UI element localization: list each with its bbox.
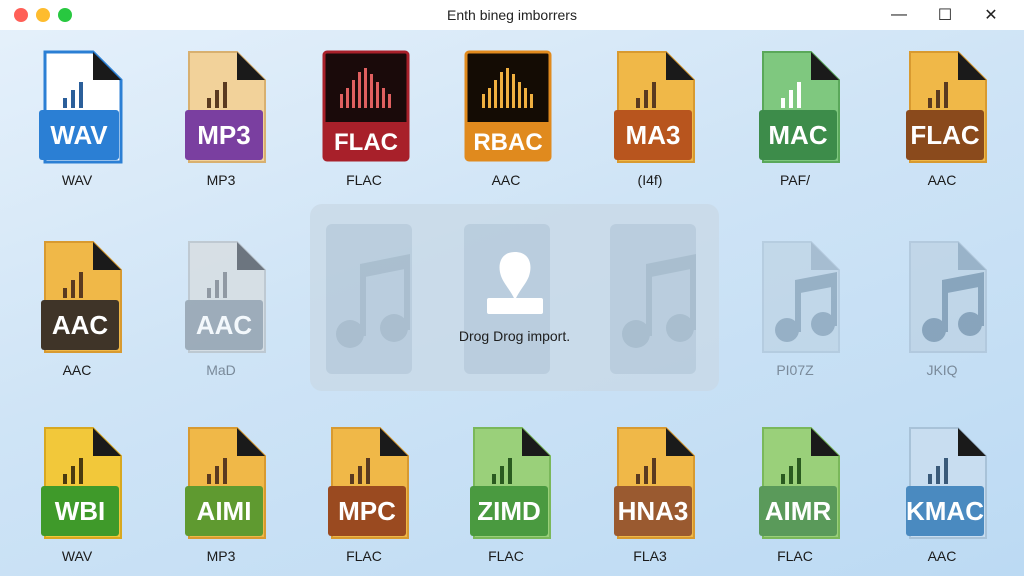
file-label: FLAC xyxy=(777,548,813,564)
import-dropzone[interactable]: Drog Drog import. xyxy=(310,204,719,391)
file-label: MP3 xyxy=(206,548,236,564)
file-label: FLAC xyxy=(346,172,382,188)
audio-file-icon: MP3 xyxy=(185,51,266,163)
audio-file-icon: KMAC xyxy=(906,427,987,539)
audio-file-icon: WAV xyxy=(39,50,123,164)
zoom-dot-button[interactable] xyxy=(58,8,72,22)
minimize-dot-button[interactable] xyxy=(36,8,50,22)
file-badge: AIMR xyxy=(765,496,832,526)
window-controls: — ☐ ✕ xyxy=(876,0,1014,30)
file-label: FLA3 xyxy=(633,548,667,564)
file-tile-aac-2[interactable]: AAC AAC xyxy=(17,238,137,398)
file-label: MaD xyxy=(206,362,236,378)
title-bar: Enth bineg imborrers — ☐ ✕ xyxy=(0,0,1024,30)
audio-file-icon: FLAC xyxy=(906,51,987,163)
file-label: AAC xyxy=(927,172,957,188)
music-file-icon xyxy=(909,241,987,353)
file-badge: KMAC xyxy=(906,496,984,526)
upload-pin-icon xyxy=(486,252,543,314)
traffic-lights xyxy=(14,8,72,22)
music-file-icon xyxy=(762,241,840,353)
file-tile-flac-2[interactable]: FLAC AAC xyxy=(882,48,1002,208)
file-tile-mp3[interactable]: MP3 MP3 xyxy=(161,48,281,208)
file-tile-flac-3[interactable]: MPC FLAC xyxy=(304,424,424,576)
file-badge: FLAC xyxy=(910,120,980,150)
dropzone-content: Drog Drog import. xyxy=(310,248,719,344)
app-window: Enth bineg imborrers — ☐ ✕ WAV WAV MP3 M… xyxy=(0,0,1024,576)
file-tile-mp3-2[interactable]: AIMI MP3 xyxy=(161,424,281,576)
file-label: MP3 xyxy=(206,172,236,188)
file-label: FLAC xyxy=(488,548,524,564)
file-tile-faded-4[interactable]: JKIQ xyxy=(882,238,1002,398)
file-tile-ma3[interactable]: MA3 (I4f) xyxy=(590,48,710,208)
file-badge: ZIMD xyxy=(477,496,541,526)
file-badge: HNA3 xyxy=(618,496,689,526)
file-label: AAC xyxy=(491,172,521,188)
audio-file-icon: WBI xyxy=(41,427,122,539)
file-tile-aac[interactable]: RBAC AAC xyxy=(446,48,566,208)
audio-file-icon: AIMR xyxy=(759,427,840,539)
file-tile-wav[interactable]: WAV WAV xyxy=(17,48,137,208)
file-badge: WBI xyxy=(55,496,106,526)
audio-file-icon: MAC xyxy=(759,51,840,163)
file-label: JKIQ xyxy=(926,362,958,378)
audio-file-icon: AAC xyxy=(185,241,266,353)
audio-file-icon: HNA3 xyxy=(614,427,695,539)
file-badge: AIMI xyxy=(197,496,252,526)
audio-file-icon: RBAC xyxy=(464,50,552,162)
file-label: FLAC xyxy=(346,548,382,564)
close-dot-button[interactable] xyxy=(14,8,28,22)
minimize-button[interactable]: — xyxy=(876,0,922,30)
file-tile-flac-4[interactable]: ZIMD FLAC xyxy=(446,424,566,576)
audio-file-icon: MPC xyxy=(328,427,409,539)
audio-file-icon: MA3 xyxy=(614,51,695,163)
audio-file-icon: FLAC xyxy=(322,50,410,162)
file-label: WAV xyxy=(61,548,93,564)
audio-file-icon: AIMI xyxy=(185,427,266,539)
file-badge: MP3 xyxy=(197,120,250,150)
file-badge: MPC xyxy=(338,496,396,526)
file-label: AAC xyxy=(927,548,957,564)
file-label: (I4f) xyxy=(637,172,663,188)
file-tile-aac-3[interactable]: KMAC AAC xyxy=(882,424,1002,576)
file-tile-aac-faded[interactable]: AAC MaD xyxy=(161,238,281,398)
window-title: Enth bineg imborrers xyxy=(447,7,577,23)
maximize-button[interactable]: ☐ xyxy=(922,0,968,30)
file-tile-fla3[interactable]: HNA3 FLA3 xyxy=(590,424,710,576)
file-label: WAV xyxy=(61,172,93,188)
audio-file-icon: AAC xyxy=(41,241,122,353)
file-badge: WAV xyxy=(50,120,108,150)
file-label: PI07Z xyxy=(776,362,814,378)
file-badge: MA3 xyxy=(626,120,681,150)
dropzone-text: Drog Drog import. xyxy=(458,328,571,344)
file-label: PAF/ xyxy=(779,172,811,188)
file-tile-flac[interactable]: FLAC FLAC xyxy=(304,48,424,208)
file-tile-wav-2[interactable]: WBI WAV xyxy=(17,424,137,576)
file-badge: RBAC xyxy=(473,129,542,156)
file-tile-faded-3[interactable]: PI07Z xyxy=(735,238,855,398)
audio-file-icon: ZIMD xyxy=(470,427,551,539)
file-label: AAC xyxy=(62,362,92,378)
file-tile-mac[interactable]: MAC PAF/ xyxy=(735,48,855,208)
file-tile-flac-5[interactable]: AIMR FLAC xyxy=(735,424,855,576)
file-badge: AAC xyxy=(52,310,109,340)
file-badge: FLAC xyxy=(334,129,398,156)
file-badge: MAC xyxy=(768,120,827,150)
close-button[interactable]: ✕ xyxy=(968,0,1014,30)
file-badge: AAC xyxy=(196,310,253,340)
